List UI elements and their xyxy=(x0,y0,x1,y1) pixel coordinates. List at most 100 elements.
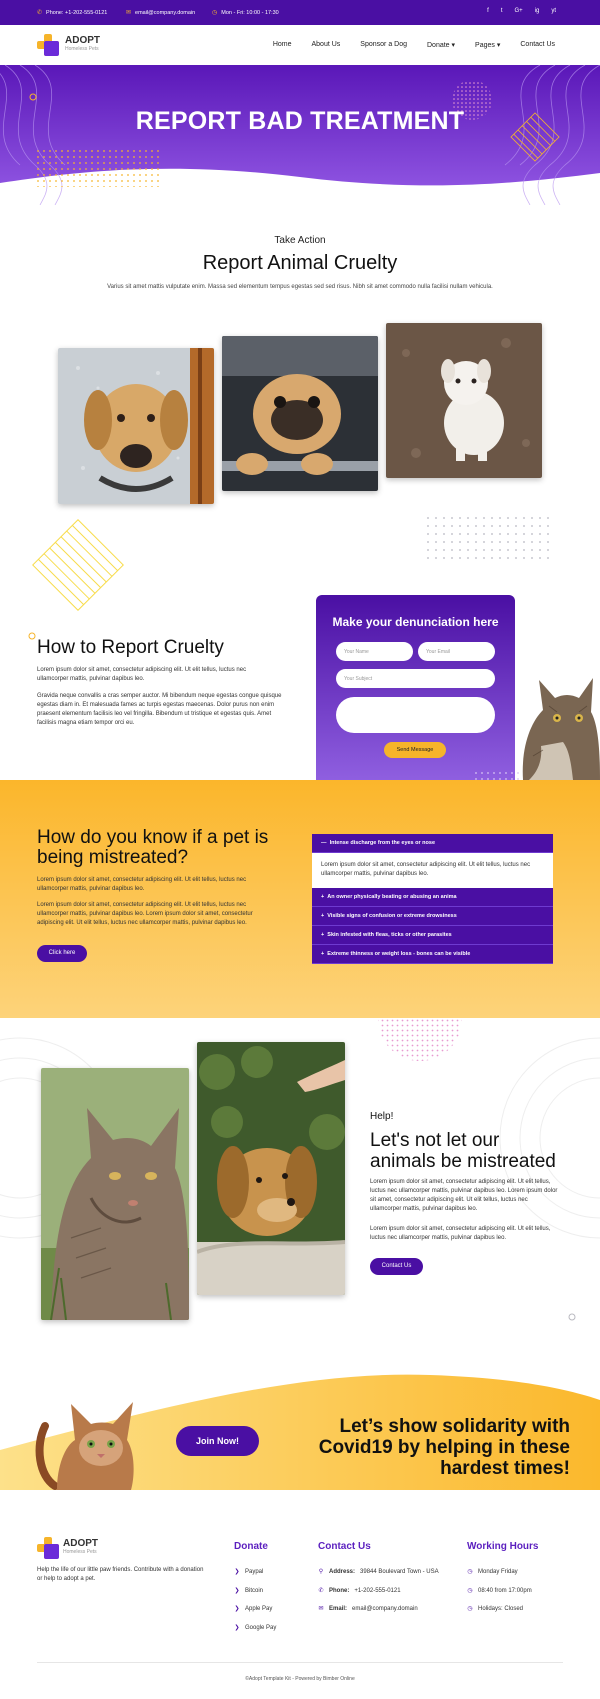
photo-white-puppy xyxy=(386,323,542,478)
main-nav: Home About Us Sponsor a Dog Donate ▾ Pag… xyxy=(273,41,555,49)
plus-icon: + xyxy=(321,951,325,957)
footer-logo-text[interactable]: ADOPT Homeless Pets xyxy=(63,1538,98,1555)
chevron-circle-icon: ❯ xyxy=(234,1606,240,1612)
accordion-item-label: Visible signs of confusion or extreme dr… xyxy=(327,913,457,919)
nav-pages-label: Pages xyxy=(475,42,495,49)
hours-label: 08:40 from 17:00pm xyxy=(478,1587,532,1594)
nav-contact[interactable]: Contact Us xyxy=(520,41,555,49)
intro-text: Varius sit amet mattis vulputate enim. M… xyxy=(107,284,493,290)
clock-icon: ◷ xyxy=(212,10,218,16)
brand-tagline: Homeless Pets xyxy=(65,46,99,52)
logo-text[interactable]: ADOPT Homeless Pets xyxy=(65,35,100,52)
phone-icon: ✆ xyxy=(318,1588,324,1594)
how-report-p2: Gravida neque convallis a cras semper au… xyxy=(37,693,282,726)
footer-hours-time: ◷ 08:40 from 17:00pm xyxy=(467,1587,532,1595)
footer-hours-holidays: ◷ Holidays: Closed xyxy=(467,1605,523,1613)
photo-pug-car xyxy=(222,336,378,491)
address-label: Address: xyxy=(329,1568,356,1575)
accordion-item-beating[interactable]: + An owner physically beating or abusing… xyxy=(312,888,553,907)
google-plus-icon[interactable]: G+ xyxy=(514,8,522,14)
nav-home[interactable]: Home xyxy=(273,41,292,49)
footer-donate-googlepay[interactable]: ❯ Google Pay xyxy=(234,1624,276,1632)
photo-dog-window xyxy=(58,348,214,504)
footer-phone[interactable]: ✆ Phone: +1-202-555-0121 xyxy=(318,1587,401,1595)
nav-sponsor[interactable]: Sponsor a Dog xyxy=(360,41,407,49)
denunciation-form: Make your denunciation here Your Name Yo… xyxy=(316,595,515,780)
instagram-icon[interactable]: ig xyxy=(535,8,540,14)
topbar-phone-text: Phone: +1-202-555-0121 xyxy=(46,9,108,16)
map-pin-icon: ⚲ xyxy=(318,1569,324,1575)
accordion-item-parasites[interactable]: + Skin infested with fleas, ticks or oth… xyxy=(312,926,553,945)
accordion-item-confusion[interactable]: + Visible signs of confusion or extreme … xyxy=(312,907,553,926)
footer-donate-label: Paypal xyxy=(245,1568,264,1575)
covid-cta-text: Let’s show solidarity with Covid19 by he… xyxy=(318,1416,570,1479)
help-kicker: Help! xyxy=(370,1111,394,1122)
diamond-decoration xyxy=(32,519,124,611)
photo-dog-hand xyxy=(197,1042,345,1295)
click-here-button[interactable]: Click here xyxy=(37,945,87,962)
form-title: Make your denunciation here xyxy=(332,615,499,629)
footer-hours-days: ◷ Monday Friday xyxy=(467,1568,517,1576)
accordion-item-thinness[interactable]: + Extreme thinness or weight loss - bone… xyxy=(312,945,553,964)
intro-kicker: Take Action xyxy=(274,235,326,246)
footer-about: Help the life of our little paw friends.… xyxy=(37,1567,204,1582)
envelope-icon: ✉ xyxy=(318,1606,324,1612)
envelope-icon: ✉ xyxy=(126,10,132,16)
nav-donate-label: Donate xyxy=(427,42,450,49)
message-textarea[interactable] xyxy=(336,697,495,733)
copyright: ©Adopt Template Kit - Powered by Bimber … xyxy=(245,1676,355,1682)
clock-icon: ◷ xyxy=(467,1588,473,1594)
chevron-circle-icon: ❯ xyxy=(234,1588,240,1594)
clock-icon: ◷ xyxy=(467,1569,473,1575)
chevron-circle-icon: ❯ xyxy=(234,1569,240,1575)
email-input[interactable]: Your Email xyxy=(418,642,495,661)
accordion-item-label: Intense discharge from the eyes or nose xyxy=(329,840,436,846)
topbar-email[interactable]: ✉ email@company.domain xyxy=(126,9,195,17)
accordion-item-label: An owner physically beating or abusing a… xyxy=(327,894,457,900)
intro-title: Report Animal Cruelty xyxy=(202,252,398,274)
chevron-down-icon: ▾ xyxy=(451,42,456,49)
footer-donate-applepay[interactable]: ❯ Apple Pay xyxy=(234,1605,272,1613)
top-bar: ✆ Phone: +1-202-555-0121 ✉ email@company… xyxy=(0,0,600,25)
name-input[interactable]: Your Name xyxy=(336,642,413,661)
dot-grid-decoration xyxy=(425,515,550,565)
chevron-circle-icon: ❯ xyxy=(234,1625,240,1631)
subject-input[interactable]: Your Subject xyxy=(336,669,495,688)
nav-pages[interactable]: Pages ▾ xyxy=(475,41,500,49)
plus-icon: + xyxy=(321,932,325,938)
email-value: email@company.domain xyxy=(352,1605,418,1612)
footer-divider xyxy=(37,1662,563,1663)
footer-donate-bitcoin[interactable]: ❯ Bitcoin xyxy=(234,1587,263,1595)
help-p2: Lorem ipsum dolor sit amet, consectetur … xyxy=(370,1226,551,1241)
mistreated-title: How do you know if a pet is being mistre… xyxy=(37,827,269,868)
clock-icon: ◷ xyxy=(467,1606,473,1612)
signs-accordion: — Intense discharge from the eyes or nos… xyxy=(312,834,553,964)
twitter-icon[interactable]: t xyxy=(501,8,503,14)
footer-logo-icon[interactable] xyxy=(37,1537,59,1559)
cat-image xyxy=(522,678,600,780)
phone-value: +1-202-555-0121 xyxy=(354,1587,401,1594)
ring-decoration xyxy=(28,632,36,640)
footer-email[interactable]: ✉ Email: email@company.domain xyxy=(318,1605,418,1613)
logo-icon[interactable] xyxy=(37,34,59,56)
kitten-image xyxy=(35,1402,134,1490)
join-now-button[interactable]: Join Now! xyxy=(176,1426,259,1456)
accordion-item-discharge[interactable]: — Intense discharge from the eyes or nos… xyxy=(312,834,553,853)
facebook-icon[interactable]: f xyxy=(487,8,489,14)
email-label: Email: xyxy=(329,1605,348,1612)
contact-us-button[interactable]: Contact Us xyxy=(370,1258,423,1275)
footer-donate-paypal[interactable]: ❯ Paypal xyxy=(234,1568,264,1576)
accordion-panel: Lorem ipsum dolor sit amet, consectetur … xyxy=(312,853,553,888)
topbar-email-text[interactable]: email@company.domain xyxy=(135,10,195,16)
topbar-hours-text: Mon - Fri: 10:00 - 17:30 xyxy=(221,9,279,16)
accordion-item-label: Extreme thinness or weight loss - bones … xyxy=(327,951,471,957)
chevron-down-icon: ▾ xyxy=(496,42,501,49)
how-report-title: How to Report Cruelty xyxy=(37,637,224,658)
footer-brand-tagline: Homeless Pets xyxy=(63,1549,97,1555)
help-title: Let's not let our animals be mistreated xyxy=(370,1130,556,1172)
topbar-phone: ✆ Phone: +1-202-555-0121 xyxy=(37,9,108,17)
youtube-icon[interactable]: yt xyxy=(551,8,556,14)
nav-about[interactable]: About Us xyxy=(312,41,341,49)
send-message-button[interactable]: Send Message xyxy=(384,742,446,758)
nav-donate[interactable]: Donate ▾ xyxy=(427,41,455,49)
